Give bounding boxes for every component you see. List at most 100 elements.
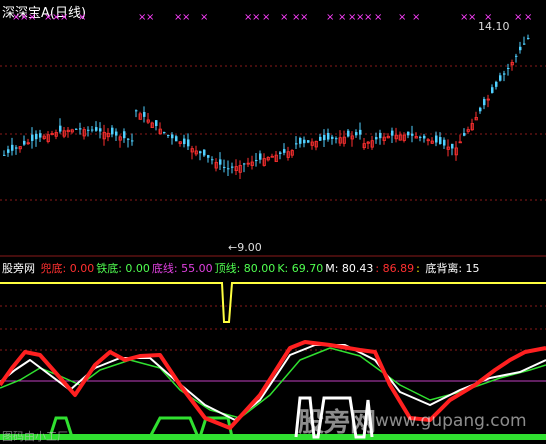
candle-body — [283, 149, 286, 153]
signal-marker: × — [146, 12, 154, 23]
low-price-label: ←9.00 — [228, 241, 262, 254]
candle-body — [527, 37, 530, 39]
candle-body — [307, 140, 310, 143]
candle-body — [379, 132, 382, 139]
candle-body — [523, 43, 526, 45]
candle-body — [3, 154, 6, 156]
candle-body — [359, 129, 362, 135]
candle-body — [243, 163, 246, 165]
candle-body — [231, 166, 234, 168]
candle-body — [503, 73, 506, 75]
candle-body — [331, 136, 334, 139]
signal-marker: × — [514, 12, 522, 23]
signal-marker: × — [200, 12, 208, 23]
signal-marker: × — [300, 12, 308, 23]
candle-body — [295, 143, 298, 145]
indicator-item-0: 兜底: 0.00 — [40, 262, 95, 275]
candle-body — [123, 131, 126, 139]
candle-body — [219, 159, 222, 165]
signal-marker: × — [326, 12, 334, 23]
candle-body — [91, 129, 94, 131]
signal-marker: × — [524, 12, 532, 23]
candle-body — [171, 134, 174, 139]
candle-body — [223, 166, 226, 168]
watermark-logo: 股旁网 — [298, 408, 377, 438]
candle-body — [207, 155, 210, 158]
candle-body — [143, 112, 146, 117]
signal-marker: × — [412, 12, 420, 23]
indicator-item-6: : 86.89 — [375, 262, 415, 275]
candle-body — [227, 168, 230, 170]
signal-marker: × — [252, 12, 260, 23]
candle-body — [15, 147, 18, 149]
candle-body — [35, 133, 38, 140]
candle-body — [491, 87, 494, 93]
candle-body — [407, 131, 410, 136]
candle-body — [327, 132, 330, 140]
candle-body — [323, 134, 326, 141]
candle-body — [155, 120, 158, 127]
candle-body — [31, 134, 34, 141]
candle-body — [375, 137, 378, 140]
candle-body — [439, 137, 442, 144]
candle-body — [183, 138, 186, 145]
signal-marker: × — [374, 12, 382, 23]
candle-body — [443, 139, 446, 146]
indicator-item-8: 底背离: 15 — [425, 262, 480, 275]
candle-body — [259, 153, 262, 160]
candle-body — [499, 75, 502, 81]
signal-marker: × — [338, 12, 346, 23]
candle-body — [59, 125, 62, 132]
candle-body — [163, 132, 166, 134]
signal-marker: × — [78, 12, 86, 23]
candle-body — [483, 98, 486, 106]
signal-marker: × — [182, 12, 190, 23]
candle-body — [187, 139, 190, 147]
candle-body — [255, 160, 258, 162]
candle-body — [75, 128, 78, 130]
candle-body — [319, 136, 322, 141]
indicator-item-4: K: 69.70 — [277, 262, 324, 275]
candle-body — [335, 138, 338, 140]
candle-body — [211, 159, 214, 161]
candle-body — [303, 139, 306, 144]
yellow-line — [0, 282, 546, 323]
candle-body — [479, 107, 482, 112]
high-price-label: 14.10 — [478, 20, 510, 33]
candle-body — [515, 55, 518, 57]
indicator-item-1: 铁底: 0.00 — [96, 262, 150, 275]
candle-body — [23, 140, 26, 145]
candle-body — [355, 132, 358, 136]
candle-body — [95, 127, 98, 131]
candle-body — [175, 136, 178, 142]
candle-body — [79, 128, 82, 130]
candle-body — [135, 110, 138, 112]
candle-body — [203, 149, 206, 156]
candle-body — [167, 135, 170, 137]
candle-body — [39, 133, 42, 138]
stock-chart[interactable]: × × × × × × × × × × × × × × × × × × × × × × × × × × × × × × × — [0, 0, 546, 444]
watermark-corner: 图码由小工厂 — [2, 430, 68, 443]
candle-body — [111, 127, 114, 135]
candle-body — [435, 135, 438, 143]
candle-body — [495, 81, 498, 87]
candle-body — [423, 135, 426, 139]
indicator-item-5: M: 80.43 — [325, 262, 374, 275]
signal-marker: × — [364, 12, 372, 23]
indicator-item-2: 底线: 55.00 — [151, 262, 213, 275]
signal-marker: × — [468, 12, 476, 23]
signal-marker: × — [398, 12, 406, 23]
candle-body — [299, 137, 302, 144]
candle-body — [131, 140, 134, 142]
watermark-url: www.gupang.com — [375, 411, 527, 431]
signal-marker: × — [280, 12, 288, 23]
green-base-bar — [0, 434, 546, 440]
candle-body — [199, 151, 202, 154]
indicator-item-7: : — [416, 262, 424, 275]
signal-marker: × — [60, 12, 68, 23]
indicator-name: 股旁网 — [2, 262, 35, 275]
candle-body — [347, 130, 350, 137]
indicator-item-3: 顶线: 80.00 — [214, 262, 276, 275]
candle-body — [451, 143, 454, 149]
candle-body — [279, 152, 282, 154]
